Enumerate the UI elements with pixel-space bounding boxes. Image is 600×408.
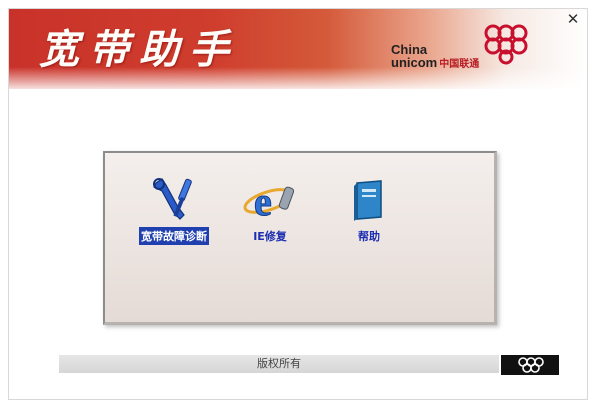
tool-broadband-diagnosis[interactable]: 宽带故障诊断 <box>119 177 229 245</box>
internet-explorer-icon: e <box>243 179 295 223</box>
close-button[interactable]: ✕ <box>565 11 581 27</box>
brand-cn-text: 中国联通 <box>439 59 480 70</box>
header-banner: 宽带助手 China unicom 中国联通 ✕ <box>9 9 587 89</box>
app-title: 宽带助手 <box>39 26 239 73</box>
tool-label-ie-repair: IE修复 <box>253 230 287 243</box>
svg-text:e: e <box>254 179 272 223</box>
brand-unicom-line: unicom 中国联通 <box>391 56 521 71</box>
tool-help[interactable]: 帮助 <box>339 177 399 245</box>
footer-unicom-knot-icon <box>501 355 559 375</box>
tool-label-diagnosis: 宽带故障诊断 <box>139 227 209 245</box>
tool-ie-repair[interactable]: e IE修复 <box>235 177 305 245</box>
china-unicom-brand: China unicom 中国联通 <box>391 43 521 71</box>
brand-unicom-text: unicom <box>391 55 438 70</box>
wrench-screwdriver-icon <box>153 178 192 220</box>
broadband-assistant-window: 宽带助手 China unicom 中国联通 ✕ 宽带故障诊断 e IE修复 帮… <box>8 8 588 400</box>
help-book-icon <box>354 180 382 221</box>
copyright-bar: 版权所有 <box>59 355 499 373</box>
tool-label-help: 帮助 <box>358 230 380 243</box>
tools-panel: 宽带故障诊断 e IE修复 帮助 <box>103 151 497 325</box>
